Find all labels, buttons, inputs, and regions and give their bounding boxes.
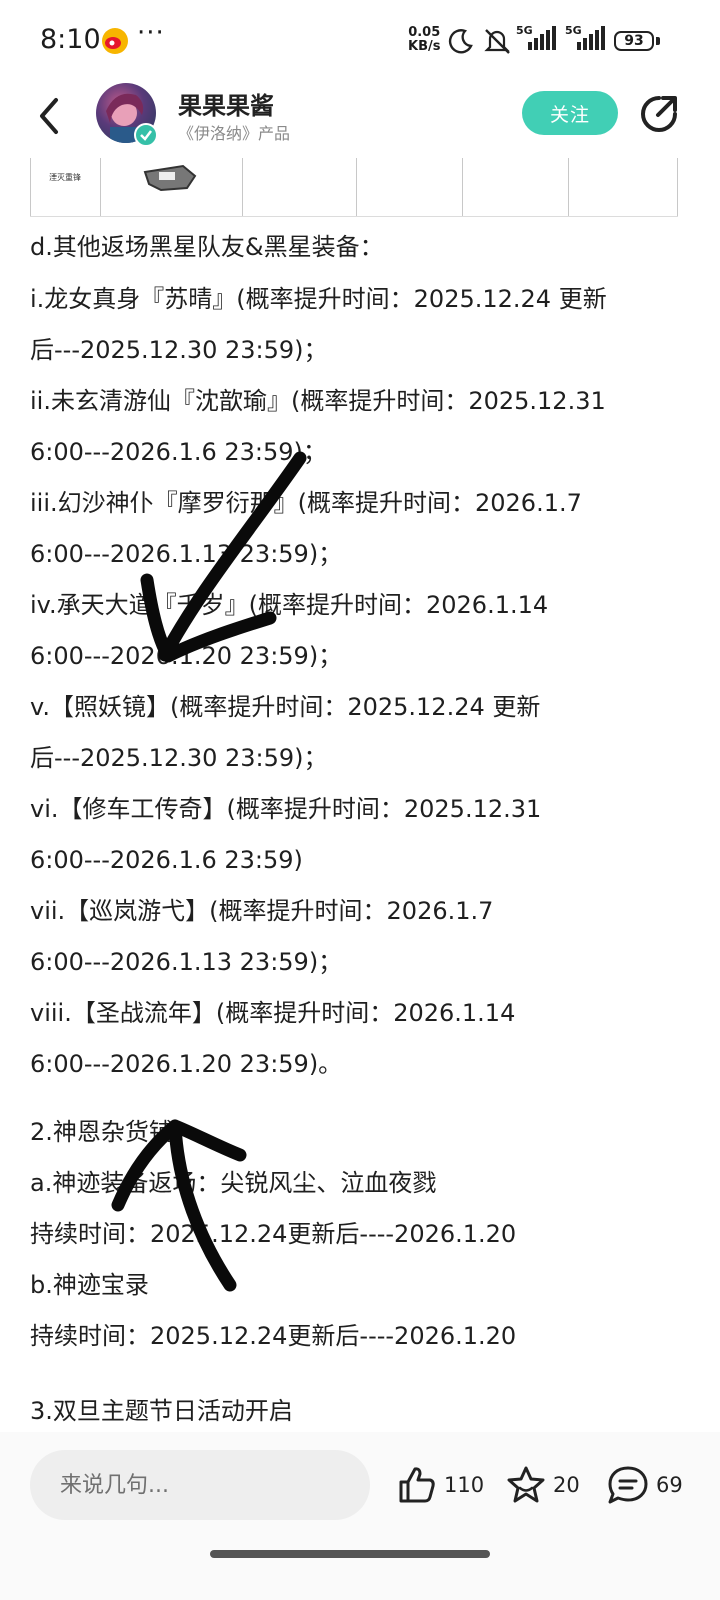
- article-line: ii.未玄清游仙『沈歆瑜』(概率提升时间：2025.12.31: [30, 387, 606, 415]
- article-line: 6:00---2026.1.13 23:59)；: [30, 540, 343, 568]
- battery-icon: 93: [614, 31, 654, 51]
- comments-button[interactable]: 69: [606, 1460, 683, 1510]
- like-count: 110: [444, 1473, 485, 1497]
- table-cell: [462, 158, 569, 216]
- silent-mode-icon: [484, 29, 510, 54]
- table-cell-image: [100, 158, 243, 216]
- verified-badge-icon: [134, 123, 158, 147]
- network-speed: 0.05 KB/s: [408, 26, 440, 54]
- star-icon: [507, 1466, 545, 1503]
- article-line: vi.【修车工传奇】(概率提升时间：2025.12.31: [30, 795, 542, 823]
- weibo-icon: [102, 28, 128, 54]
- sim2-network-type: 5G: [565, 24, 582, 37]
- table-cell: [568, 158, 678, 216]
- home-indicator[interactable]: [210, 1550, 490, 1558]
- battery-level: 93: [624, 33, 644, 49]
- article-line: 6:00---2026.1.6 23:59)；: [30, 438, 327, 466]
- signal-sim2-icon: 5G: [563, 24, 607, 56]
- follow-button[interactable]: 关注: [522, 91, 618, 135]
- article-line: iii.幻沙神仆『摩罗衍那』(概率提升时间：2026.1.7: [30, 489, 582, 517]
- table-cell: [242, 158, 357, 216]
- article-line: i.龙女真身『苏晴』(概率提升时间：2025.12.24 更新: [30, 285, 607, 313]
- weapon-thumbnail-icon: [143, 164, 197, 192]
- status-bar: 8:10 ··· 0.05 KB/s 5G 5G 93: [0, 0, 720, 80]
- article-line: 6:00---2026.1.6 23:59): [30, 846, 303, 874]
- post-header: 果果果酱 《伊洛纳》产品 关注: [0, 80, 720, 160]
- article-line: viii.【圣战流年】(概率提升时间：2026.1.14: [30, 999, 516, 1027]
- section-heading: 2.神恩杂货铺: [30, 1118, 173, 1146]
- sim1-network-type: 5G: [516, 24, 533, 37]
- favorite-count: 20: [553, 1473, 580, 1497]
- battery-cap: [656, 37, 660, 45]
- article-line: 6:00---2026.1.13 23:59)；: [30, 948, 343, 976]
- article-line: b.神迹宝录: [30, 1271, 149, 1299]
- thumbs-up-icon: [399, 1467, 435, 1503]
- more-notifications-icon: ···: [137, 18, 165, 48]
- article-line: 6:00---2026.1.20 23:59)；: [30, 642, 343, 670]
- chevron-left-icon[interactable]: [34, 96, 64, 136]
- section-heading: 3.双旦主题节日活动开启: [30, 1397, 293, 1425]
- article-line: a.神迹装备返场：尖锐风尘、泣血夜戮: [30, 1169, 437, 1197]
- article-line: iv.承天大道『千岁』(概率提升时间：2026.1.14: [30, 591, 549, 619]
- table-cell: [356, 158, 463, 216]
- comment-input[interactable]: [30, 1450, 370, 1520]
- signal-sim1-icon: 5G: [514, 24, 558, 56]
- table-cell: 湮灭重锋: [30, 158, 101, 216]
- do-not-disturb-icon: [448, 29, 473, 54]
- article-line: v.【照妖镜】(概率提升时间：2025.12.24 更新: [30, 693, 541, 721]
- favorite-button[interactable]: 20: [505, 1460, 580, 1510]
- account-subtitle: 《伊洛纳》产品: [178, 124, 291, 143]
- table-strip: 湮灭重锋: [30, 158, 678, 217]
- article-line: 后---2025.12.30 23:59)；: [30, 336, 328, 364]
- article-line: 持续时间：2025.12.24更新后----2026.1.20: [30, 1322, 517, 1350]
- article-line: vii.【巡岚游弋】(概率提升时间：2026.1.7: [30, 897, 494, 925]
- article-line: d.其他返场黑星队友&黑星装备：: [30, 233, 384, 261]
- clock: 8:10: [40, 24, 101, 55]
- comment-count: 69: [656, 1473, 683, 1497]
- bottom-action-bar: 110 20 69: [0, 1432, 720, 1600]
- article-line: 6:00---2026.1.20 23:59)。: [30, 1050, 343, 1078]
- like-button[interactable]: 110: [396, 1460, 484, 1510]
- article-line: 后---2025.12.30 23:59)；: [30, 744, 328, 772]
- comment-bubble-icon: [608, 1466, 648, 1504]
- table-cell-text: 湮灭重锋: [49, 173, 81, 182]
- network-speed-value: 0.05: [408, 25, 441, 40]
- article-line: 持续时间：2025.12.24更新后----2026.1.20: [30, 1220, 517, 1248]
- share-icon[interactable]: [638, 93, 680, 135]
- network-speed-unit: KB/s: [408, 39, 441, 54]
- account-name[interactable]: 果果果酱: [178, 86, 274, 121]
